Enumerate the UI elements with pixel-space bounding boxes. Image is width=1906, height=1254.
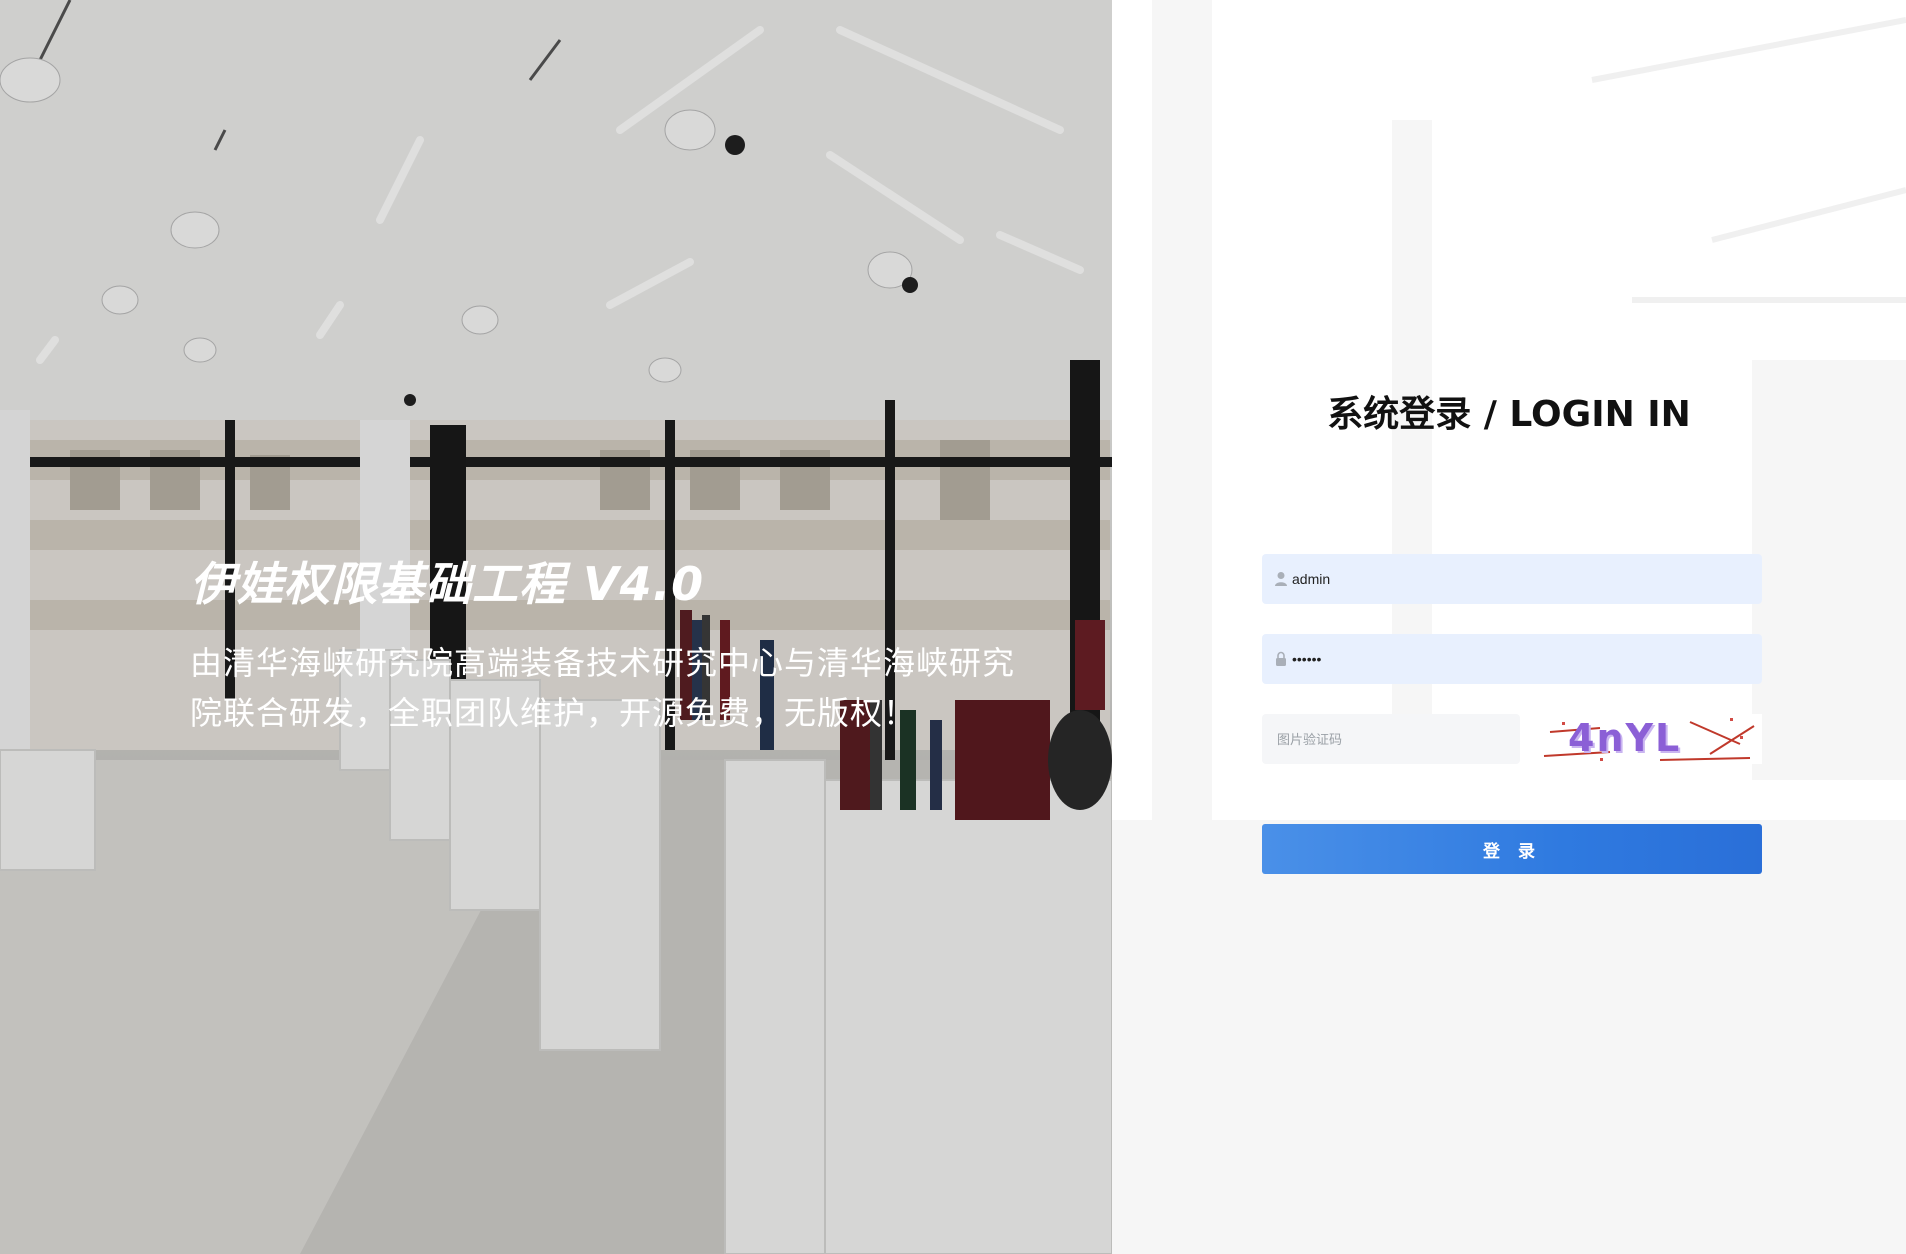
product-description: 由清华海峡研究院高端装备技术研究中心与清华海峡研究院联合研发，全职团队维护，开源… [190, 644, 1016, 732]
faded-background-image [1112, 0, 1906, 1254]
hero-panel: 伊娃权限基础工程 V4.0 由清华海峡研究院高端装备技术研究中心与清华海峡研究院… [0, 0, 1112, 1254]
captcha-code: 4nYL [1568, 716, 1682, 760]
lock-icon [1276, 651, 1286, 666]
password-input[interactable] [1292, 634, 1742, 684]
login-button[interactable]: 登 录 [1262, 824, 1762, 874]
product-title: 伊娃权限基础工程 V4.0 [190, 557, 705, 611]
captcha-field[interactable] [1262, 714, 1520, 764]
user-icon [1275, 572, 1287, 586]
captcha-image[interactable]: 4nYL [1540, 714, 1762, 764]
login-title: 系统登录 / LOGIN IN [1327, 394, 1691, 435]
captcha-input[interactable] [1277, 714, 1507, 764]
hero-overlay [0, 0, 1112, 1254]
login-panel: 系统登录 / LOGIN IN admin •••••• 图片验证码 4nYL … [1112, 0, 1906, 1254]
username-input[interactable] [1292, 554, 1742, 604]
username-field[interactable] [1262, 554, 1762, 604]
password-field[interactable] [1262, 634, 1762, 684]
